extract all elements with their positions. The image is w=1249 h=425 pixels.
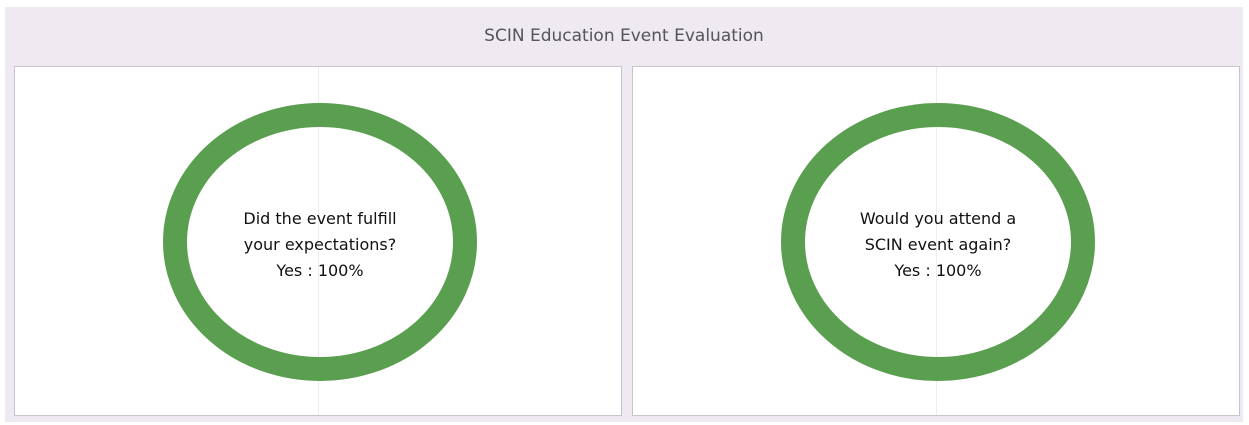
donut-center-label: Would you attend a SCIN event again? Yes… <box>781 206 1095 284</box>
question-line-1: Did the event fulfill <box>243 209 397 228</box>
dashboard-title: SCIN Education Event Evaluation <box>484 26 764 46</box>
donut-chart-expectations: Did the event fulfill your expectations?… <box>163 103 477 381</box>
question-line-2: SCIN event again? <box>864 235 1012 254</box>
question-line-2: your expectations? <box>243 235 397 254</box>
donut-chart-attend-again: Would you attend a SCIN event again? Yes… <box>781 103 1095 381</box>
question-line-1: Would you attend a <box>859 209 1017 228</box>
chart-panel-expectations: Did the event fulfill your expectations?… <box>14 66 622 416</box>
donut-center-label: Did the event fulfill your expectations?… <box>163 206 477 284</box>
result-text: Yes : 100% <box>894 261 982 280</box>
dashboard: SCIN Education Event Evaluation Did the … <box>5 7 1243 422</box>
result-text: Yes : 100% <box>276 261 364 280</box>
chart-panel-attend-again: Would you attend a SCIN event again? Yes… <box>632 66 1240 416</box>
